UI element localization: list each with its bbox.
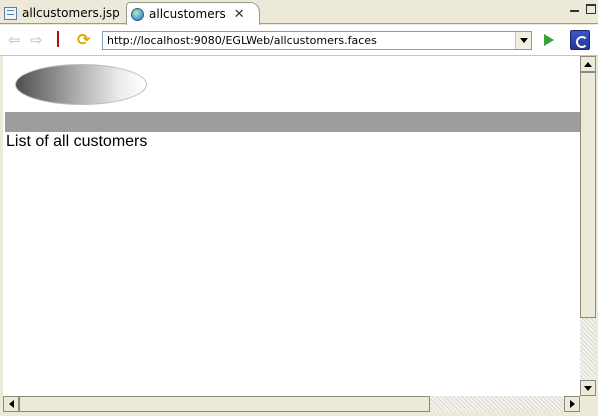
logo-graphic — [15, 64, 147, 105]
globe-icon — [131, 7, 144, 21]
stop-icon[interactable] — [54, 31, 70, 48]
back-icon[interactable]: ⇦ — [8, 32, 24, 48]
page-title: List of all customers — [6, 133, 148, 150]
scroll-down-icon[interactable] — [580, 380, 596, 396]
window-controls — [570, 4, 596, 14]
scroll-right-icon[interactable] — [564, 396, 580, 412]
chevron-down-icon[interactable] — [515, 32, 531, 49]
page-viewport: List of all customers — [3, 56, 580, 396]
horizontal-scrollbar[interactable] — [3, 396, 580, 412]
refresh-icon[interactable]: ⟳ — [77, 32, 93, 48]
tab-label: allcustomers — [149, 7, 226, 21]
external-browser-icon[interactable] — [570, 30, 590, 50]
scroll-up-icon[interactable] — [580, 56, 596, 72]
vertical-scroll-thumb[interactable] — [580, 72, 596, 318]
go-icon[interactable] — [541, 33, 555, 47]
url-input[interactable]: http://localhost:9080/EGLWeb/allcustomer… — [102, 31, 532, 50]
scroll-left-icon[interactable] — [3, 396, 19, 412]
maximize-icon[interactable] — [586, 4, 596, 14]
horizontal-scroll-thumb[interactable] — [19, 396, 430, 412]
tab-label: allcustomers.jsp — [22, 6, 120, 20]
header-banner — [5, 112, 580, 132]
vertical-scrollbar[interactable] — [580, 56, 596, 396]
url-text[interactable]: http://localhost:9080/EGLWeb/allcustomer… — [107, 34, 377, 47]
close-icon[interactable]: ✕ — [234, 8, 245, 21]
tab-allcustomers-jsp[interactable]: allcustomers.jsp — [0, 2, 128, 24]
jsp-file-icon — [4, 6, 17, 20]
editor-tab-bar: allcustomers.jsp allcustomers ✕ — [0, 0, 598, 25]
forward-icon[interactable]: ⇨ — [30, 32, 46, 48]
tab-allcustomers[interactable]: allcustomers ✕ — [126, 2, 260, 25]
scrollbar-corner — [580, 396, 596, 412]
minimize-icon[interactable] — [570, 4, 580, 14]
